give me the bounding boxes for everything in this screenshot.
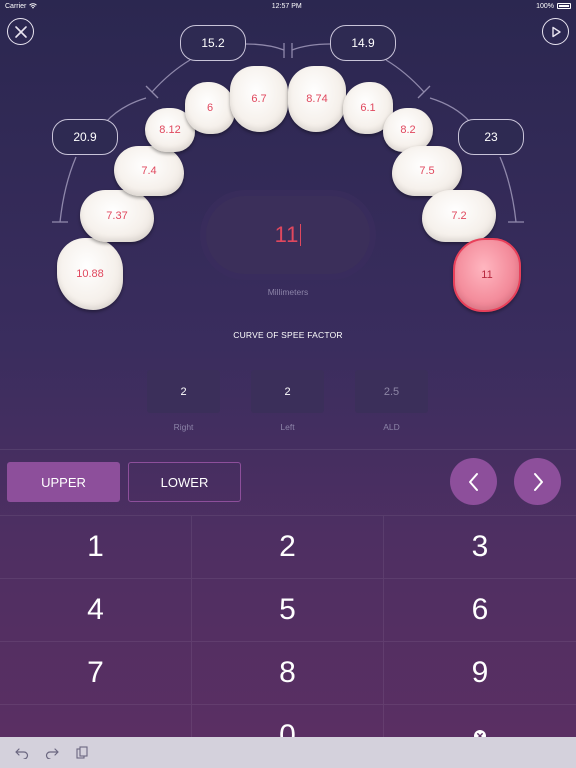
text-cursor <box>300 224 302 246</box>
upper-button[interactable]: UPPER <box>7 462 120 502</box>
unit-label: Millimeters <box>267 287 309 297</box>
tooth-5[interactable]: 6 <box>185 82 235 134</box>
measurement-top-right: 14.9 <box>330 25 396 61</box>
measurement-display[interactable]: 11 <box>206 196 370 274</box>
tooth-10[interactable]: 7.5 <box>392 146 462 196</box>
key-4[interactable]: 4 <box>0 578 192 641</box>
lower-button[interactable]: LOWER <box>128 462 241 502</box>
spee-ald-label: ALD <box>383 422 400 432</box>
tooth-12-selected[interactable]: 11 <box>453 238 521 312</box>
spee-left-field[interactable]: 2 <box>251 370 324 413</box>
key-0[interactable]: 0 <box>192 704 384 737</box>
key-1[interactable]: 1 <box>0 515 192 578</box>
chevron-right-icon <box>533 472 543 491</box>
shortcut-toolbar <box>0 737 576 768</box>
spee-right-label: Right <box>173 422 194 432</box>
key-5[interactable]: 5 <box>192 578 384 641</box>
spee-left-label: Left <box>280 422 295 432</box>
undo-button[interactable] <box>14 745 30 761</box>
tooth-1[interactable]: 10.88 <box>57 238 123 310</box>
key-7[interactable]: 7 <box>0 641 192 704</box>
key-9[interactable]: 9 <box>384 641 576 704</box>
key-6[interactable]: 6 <box>384 578 576 641</box>
tooth-6[interactable]: 6.7 <box>230 66 288 132</box>
keypad: 1 2 3 4 5 6 7 8 9 0 <box>0 515 576 737</box>
clipboard-icon <box>76 746 88 759</box>
chevron-left-icon <box>468 472 478 491</box>
key-backspace[interactable] <box>384 704 576 737</box>
spee-title: CURVE OF SPEE FACTOR <box>233 330 343 340</box>
paste-button[interactable] <box>74 745 90 761</box>
key-blank <box>0 704 192 737</box>
spee-ald-field: 2.5 <box>355 370 428 413</box>
key-8[interactable]: 8 <box>192 641 384 704</box>
key-3[interactable]: 3 <box>384 515 576 578</box>
tooth-11[interactable]: 7.2 <box>422 190 496 242</box>
backspace-icon <box>474 730 486 737</box>
divider <box>0 449 576 450</box>
measurement-right: 23 <box>458 119 524 155</box>
measurement-top-left: 15.2 <box>180 25 246 61</box>
measurement-value: 11 <box>274 222 300 247</box>
spee-right-field[interactable]: 2 <box>147 370 220 413</box>
tooth-3[interactable]: 7.4 <box>114 146 184 196</box>
undo-icon <box>15 747 29 759</box>
tooth-2[interactable]: 7.37 <box>80 190 154 242</box>
previous-tooth-button[interactable] <box>450 458 497 505</box>
redo-button[interactable] <box>44 745 60 761</box>
next-tooth-button[interactable] <box>514 458 561 505</box>
redo-icon <box>45 747 59 759</box>
tooth-7[interactable]: 8.74 <box>288 66 346 132</box>
measurement-left: 20.9 <box>52 119 118 155</box>
key-2[interactable]: 2 <box>192 515 384 578</box>
